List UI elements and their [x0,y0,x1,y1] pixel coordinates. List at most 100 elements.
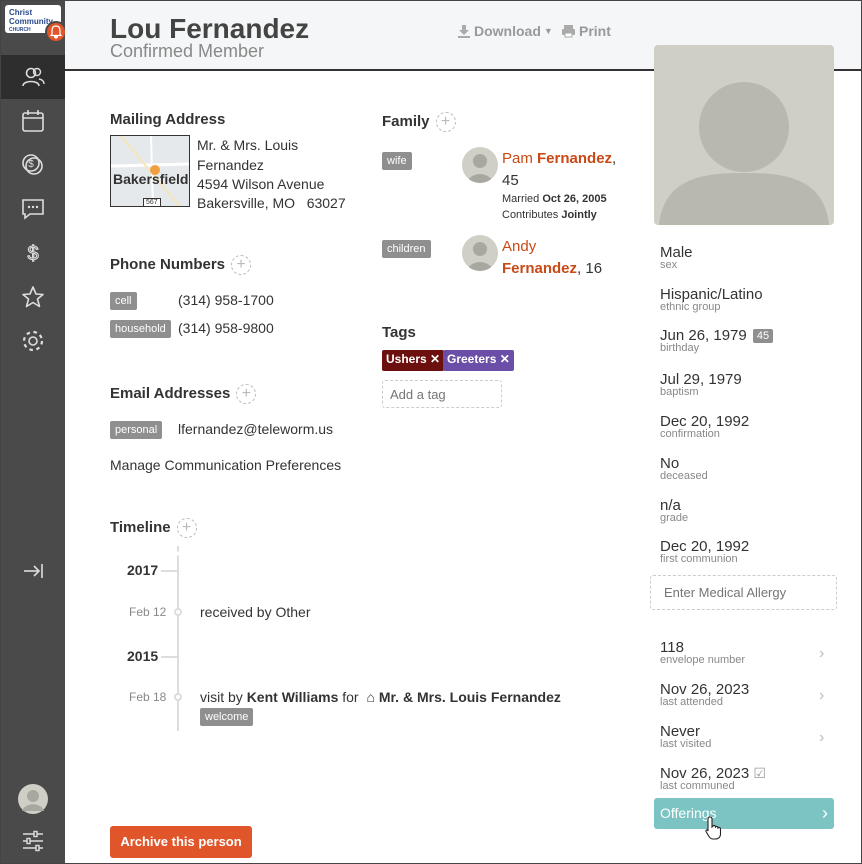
member-last-name[interactable]: Fernandez [502,260,577,277]
profile-photo[interactable] [654,45,834,225]
calendar-check-icon: ☑ [753,765,766,781]
logo-line-1: Christ [9,8,33,17]
timeline-connector [177,546,179,561]
tag-chip[interactable]: Ushers ✕ [382,350,445,371]
married-info: Married Oct 26, 2005 [502,193,607,205]
mailing-address-title: Mailing Address [110,111,226,128]
add-timeline-plus-icon[interactable]: + [176,518,197,538]
download-icon [458,25,470,38]
offerings-button[interactable]: Offerings › [654,798,834,829]
tags-title: Tags [382,324,416,341]
timeline-label: Timeline [110,518,171,536]
nav-calendar-icon[interactable] [1,99,65,143]
remove-tag-icon[interactable]: ✕ [430,352,440,366]
relation-badge: wife [382,152,412,170]
nav-messages-icon[interactable] [1,187,65,231]
fact-deceased: No deceased [660,455,840,482]
phone-number-link[interactable]: (314) 958-9800 [178,320,274,336]
email-address-link[interactable]: lfernandez@teleworm.us [178,421,333,437]
fact-key: baptism [660,386,699,398]
tag-chip[interactable]: Greeters ✕ [443,350,514,371]
household-icon: ⌂ [366,689,375,705]
stat-key: envelope number [660,654,746,666]
address-map[interactable]: Bakersfield 567 [110,135,190,207]
user-avatar-icon[interactable] [1,777,65,821]
relation-badge: children [382,240,431,258]
stat-last-visited[interactable]: Never last visited [660,723,840,750]
stat-envelope-number[interactable]: 118 envelope number [660,639,840,666]
fact-grade: n/a grade [660,497,840,524]
filters-sliders-icon[interactable] [1,819,65,863]
download-button[interactable]: Download ▼ [457,23,553,39]
event-household[interactable]: Mr. & Mrs. Louis Fernandez [379,689,561,705]
fact-key: confirmation [660,428,720,440]
add-phone-plus-icon[interactable]: + [231,255,252,275]
chevron-right-icon[interactable]: › [819,729,824,747]
timeline-year: 2015 [127,648,159,664]
remove-tag-icon[interactable]: ✕ [500,352,510,366]
phone-numbers-title: Phone Numbers + [110,255,252,275]
add-tag-input[interactable] [382,380,502,408]
phone-number-link[interactable]: (314) 958-1700 [178,292,274,308]
event-prefix: visit by [200,689,243,705]
add-email-plus-icon[interactable]: + [236,384,257,404]
map-route-shield: 567 [143,198,161,206]
event-text: visit by Kent Williams for ⌂ Mr. & Mrs. … [200,689,561,705]
fact-sex: Male sex [660,244,840,271]
avatar-placeholder-icon [659,82,829,225]
fact-key: deceased [660,470,708,482]
family-member-name[interactable]: Pam Fernandez, [502,150,616,167]
fact-first-communion: Dec 20, 1992 first communion [660,538,840,565]
fact-birthday: Jun 26, 1979 45 birthday [660,327,840,354]
medical-allergy-input[interactable] [650,575,837,610]
family-member-age: 45 [502,172,519,189]
member-first-name[interactable]: Andy [502,238,536,255]
membership-status: Confirmed Member [110,41,265,61]
family-label: Family [382,112,430,130]
timeline-title: Timeline + [110,518,197,538]
nav-finance-icon[interactable]: $ [1,231,65,275]
family-member-avatar[interactable] [462,147,498,183]
chevron-right-icon[interactable]: › [819,687,824,705]
nav-giving-icon[interactable]: $ [1,143,65,187]
archive-person-button[interactable]: Archive this person [110,826,252,858]
address-name-line1[interactable]: Mr. & Mrs. Louis [197,137,298,153]
member-last-name[interactable]: Fernandez [537,150,612,167]
family-member-age: 16 [585,260,603,277]
married-date: Oct 26, 2005 [542,193,607,205]
tag-label: Ushers [386,352,427,366]
tag-label: Greeters [447,352,497,366]
family-member-name[interactable]: Fernandez, 16 [502,260,602,277]
nav-people-icon[interactable] [1,55,65,99]
event-badge: welcome [200,708,254,726]
contributes-prefix: Contributes [502,209,559,221]
sidebar: Christ Community CHURCH $ $ [1,1,67,863]
contributes-info: Contributes Jointly [502,209,597,221]
stat-last-attended[interactable]: Nov 26, 2023 last attended [660,681,840,708]
svg-text:$: $ [28,159,34,170]
address-city: Bakersville, MO 63027 [197,195,346,211]
fact-baptism: Jul 29, 1979 baptism [660,371,840,398]
add-family-plus-icon[interactable]: + [435,112,456,132]
chevron-right-icon[interactable]: › [819,645,824,663]
download-label: Download [474,23,541,39]
fact-key: first communion [660,553,738,565]
app-frame: Christ Community CHURCH $ $ Lou Fernande… [0,0,862,864]
stat-last-communed[interactable]: Nov 26, 2023 ☑ last communed [660,765,840,792]
event-text: received by Other [200,604,311,620]
nav-settings-gear-icon[interactable] [1,319,65,363]
nav-star-icon[interactable] [1,275,65,319]
phone-type-badge: cell [110,292,137,310]
email-addresses-label: Email Addresses [110,384,231,402]
event-person[interactable]: Kent Williams [247,689,339,705]
member-first-name[interactable]: Pam [502,150,533,167]
fact-confirmation: Dec 20, 1992 confirmation [660,413,840,440]
year-tick [161,656,177,658]
family-member-avatar[interactable] [462,235,498,271]
address-name-line2[interactable]: Fernandez [197,157,264,173]
address-street: 4594 Wilson Avenue [197,176,325,192]
print-button[interactable]: Print [561,23,611,39]
manage-communication-link[interactable]: Manage Communication Preferences [110,457,341,473]
notification-bell-icon[interactable] [45,21,67,43]
collapse-sidebar-icon[interactable] [1,549,65,593]
